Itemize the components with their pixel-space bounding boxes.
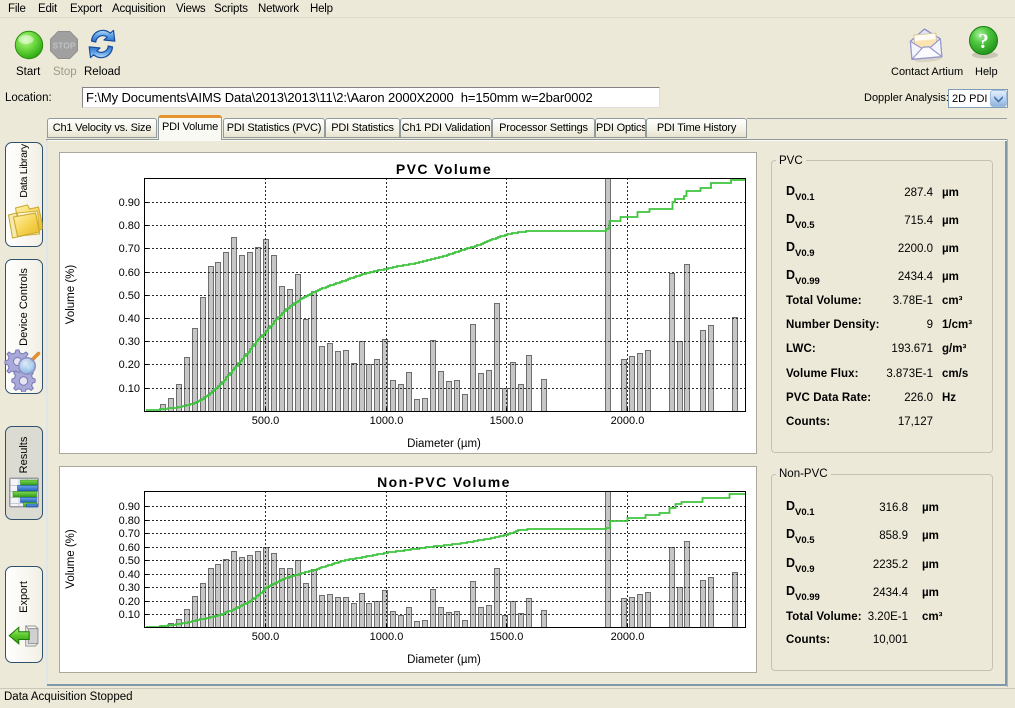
svg-text:1000.0: 1000.0 <box>370 631 404 643</box>
svg-text:Diameter (µm): Diameter (µm) <box>407 654 481 666</box>
svg-text:Volume (%): Volume (%) <box>65 265 77 325</box>
svg-text:Volume (%): Volume (%) <box>65 529 77 589</box>
svg-text:0.90: 0.90 <box>119 501 140 513</box>
svg-text:0.50: 0.50 <box>119 290 140 302</box>
svg-text:1500.0: 1500.0 <box>490 631 524 643</box>
svg-text:PVC Volume: PVC Volume <box>396 161 492 177</box>
svg-text:0.70: 0.70 <box>119 243 140 255</box>
svg-text:0.70: 0.70 <box>119 528 140 540</box>
svg-text:0.60: 0.60 <box>119 542 140 554</box>
svg-text:Diameter (µm): Diameter (µm) <box>407 438 481 450</box>
svg-text:0.20: 0.20 <box>119 596 140 608</box>
svg-text:0.30: 0.30 <box>119 582 140 594</box>
svg-text:0.60: 0.60 <box>119 267 140 279</box>
svg-text:2000.0: 2000.0 <box>611 415 645 427</box>
svg-text:0.90: 0.90 <box>119 197 140 209</box>
svg-text:0.10: 0.10 <box>119 609 140 621</box>
svg-text:0.80: 0.80 <box>119 515 140 527</box>
svg-text:500.0: 500.0 <box>252 415 280 427</box>
svg-text:Non-PVC Volume: Non-PVC Volume <box>377 474 511 490</box>
svg-text:0.40: 0.40 <box>119 313 140 325</box>
svg-text:0.30: 0.30 <box>119 336 140 348</box>
svg-text:0.40: 0.40 <box>119 569 140 581</box>
svg-text:0.50: 0.50 <box>119 555 140 567</box>
svg-text:500.0: 500.0 <box>252 631 280 643</box>
svg-text:STOP: STOP <box>53 41 76 51</box>
svg-text:1000.0: 1000.0 <box>370 415 404 427</box>
svg-text:0.80: 0.80 <box>119 220 140 232</box>
svg-text:0.20: 0.20 <box>119 359 140 371</box>
svg-text:1500.0: 1500.0 <box>490 415 524 427</box>
svg-text:0.10: 0.10 <box>119 383 140 395</box>
svg-text:?: ? <box>978 29 989 53</box>
svg-text:2000.0: 2000.0 <box>611 631 645 643</box>
